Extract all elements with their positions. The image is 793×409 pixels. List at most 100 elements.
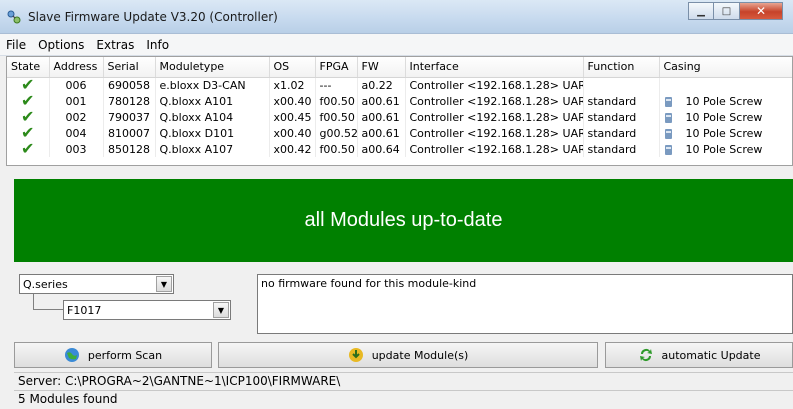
checkmark-icon: ✔ xyxy=(21,109,35,125)
column-header-fpga[interactable]: FPGA xyxy=(315,57,358,78)
cell-os: x1.02 xyxy=(269,77,316,93)
checkmark-icon: ✔ xyxy=(21,77,35,93)
column-header-interface[interactable]: Interface xyxy=(405,57,584,78)
minimize-icon: ▁ xyxy=(697,5,705,17)
cell-fpga: f00.50 xyxy=(315,93,358,109)
cell-moduletype: Q.bloxx A107 xyxy=(155,141,270,157)
update-icon xyxy=(348,348,363,362)
cell-address: 006 xyxy=(49,77,104,93)
cell-fpga: g00.52 xyxy=(315,125,358,141)
menu-info[interactable]: Info xyxy=(140,38,175,52)
column-header-state[interactable]: State xyxy=(7,57,50,78)
cell-casing xyxy=(659,77,792,93)
casing-icon xyxy=(664,96,672,107)
cell-casing: 10 Pole Screw xyxy=(659,125,792,141)
status-banner-text: all Modules up-to-date xyxy=(304,209,503,231)
cell-moduletype: Q.bloxx D101 xyxy=(155,125,270,141)
modules-found-status: 5 Modules found xyxy=(14,390,793,408)
automatic-update-button[interactable]: automatic Update xyxy=(605,342,793,368)
globe-icon xyxy=(64,348,79,362)
cell-os: x00.40 xyxy=(269,93,316,109)
table-row[interactable]: ✔ 004 810007 Q.bloxx D101 x00.40 g00.52 … xyxy=(7,125,792,141)
column-header-casing[interactable]: Casing xyxy=(659,57,792,78)
module-table[interactable]: State Address Serial Moduletype OS FPGA … xyxy=(6,56,793,166)
cell-address: 003 xyxy=(49,141,104,157)
firmware-select-value: F1017 xyxy=(67,304,102,317)
casing-label: 10 Pole Screw xyxy=(685,110,763,124)
server-path-status: Server: C:\PROGRA~2\GANTNE~1\ICP100\FIRM… xyxy=(14,372,793,390)
close-button[interactable]: ✕ xyxy=(740,2,783,20)
series-select-value: Q.series xyxy=(23,278,68,291)
cell-function: standard xyxy=(583,141,660,157)
cell-interface: Controller <192.168.1.28> UART1 xyxy=(405,93,584,109)
cell-os: x00.40 xyxy=(269,125,316,141)
app-icon xyxy=(7,10,21,24)
tree-connector xyxy=(33,294,34,309)
menu-file[interactable]: File xyxy=(0,38,32,52)
cell-interface: Controller <192.168.1.28> UART1 xyxy=(405,125,584,141)
table-header: State Address Serial Moduletype OS FPGA … xyxy=(7,57,792,78)
cell-os: x00.45 xyxy=(269,109,316,125)
casing-label: 10 Pole Screw xyxy=(685,126,763,140)
column-header-function[interactable]: Function xyxy=(583,57,660,78)
cell-function: standard xyxy=(583,109,660,125)
cell-fpga: f00.50 xyxy=(315,109,358,125)
casing-icon xyxy=(664,128,672,139)
cell-fw: a0.22 xyxy=(357,77,406,93)
cell-fw: a00.64 xyxy=(357,141,406,157)
cell-casing: 10 Pole Screw xyxy=(659,109,792,125)
cell-fw: a00.61 xyxy=(357,125,406,141)
cell-fpga: f00.50 xyxy=(315,141,358,157)
perform-scan-label: perform Scan xyxy=(87,348,163,362)
window-title: Slave Firmware Update V3.20 (Controller) xyxy=(28,10,278,24)
column-header-moduletype[interactable]: Moduletype xyxy=(155,57,270,78)
column-header-address[interactable]: Address xyxy=(49,57,104,78)
casing-icon xyxy=(664,112,672,123)
chevron-down-icon[interactable]: ▼ xyxy=(213,302,229,318)
checkmark-icon: ✔ xyxy=(21,93,35,109)
menu-options[interactable]: Options xyxy=(32,38,90,52)
table-row[interactable]: ✔ 002 790037 Q.bloxx A104 x00.45 f00.50 … xyxy=(7,109,792,125)
cell-interface: Controller <192.168.1.28> UART1 xyxy=(405,77,584,93)
tree-connector xyxy=(33,309,63,310)
casing-icon xyxy=(664,144,672,155)
column-header-fw[interactable]: FW xyxy=(357,57,406,78)
menu-bar: File Options Extras Info xyxy=(0,34,793,56)
minimize-button[interactable]: ▁ xyxy=(688,2,714,20)
cell-serial: 690058 xyxy=(103,77,156,93)
table-row[interactable]: ✔ 003 850128 Q.bloxx A107 x00.42 f00.50 … xyxy=(7,141,792,157)
table-row[interactable]: ✔ 001 780128 Q.bloxx A101 x00.40 f00.50 … xyxy=(7,93,792,109)
cell-os: x00.42 xyxy=(269,141,316,157)
maximize-button[interactable]: □ xyxy=(714,2,740,20)
casing-label: 10 Pole Screw xyxy=(685,94,763,108)
perform-scan-button[interactable]: perform Scan xyxy=(14,342,212,368)
update-modules-button[interactable]: update Module(s) xyxy=(218,342,598,368)
cell-casing: 10 Pole Screw xyxy=(659,93,792,109)
checkmark-icon: ✔ xyxy=(21,141,35,157)
chevron-down-icon[interactable]: ▼ xyxy=(156,276,172,292)
cell-serial: 850128 xyxy=(103,141,156,157)
maximize-icon: □ xyxy=(721,5,732,17)
series-select[interactable]: Q.series ▼ xyxy=(19,274,174,294)
cell-serial: 790037 xyxy=(103,109,156,125)
title-bar: Slave Firmware Update V3.20 (Controller)… xyxy=(0,0,793,34)
table-row[interactable]: ✔ 006 690058 e.bloxx D3-CAN x1.02 --- a0… xyxy=(7,77,792,93)
cell-moduletype: Q.bloxx A101 xyxy=(155,93,270,109)
checkmark-icon: ✔ xyxy=(21,125,35,141)
firmware-select[interactable]: F1017 ▼ xyxy=(63,300,231,320)
cell-casing: 10 Pole Screw xyxy=(659,141,792,157)
menu-extras[interactable]: Extras xyxy=(90,38,140,52)
refresh-icon xyxy=(639,349,652,361)
casing-label: 10 Pole Screw xyxy=(685,142,763,156)
column-header-os[interactable]: OS xyxy=(269,57,316,78)
cell-function: standard xyxy=(583,93,660,109)
close-icon: ✕ xyxy=(755,4,767,18)
cell-interface: Controller <192.168.1.28> UART1 xyxy=(405,141,584,157)
cell-function: standard xyxy=(583,125,660,141)
message-text: no firmware found for this module-kind xyxy=(261,277,477,290)
cell-fw: a00.61 xyxy=(357,93,406,109)
message-box[interactable]: no firmware found for this module-kind xyxy=(257,274,793,334)
cell-address: 004 xyxy=(49,125,104,141)
column-header-serial[interactable]: Serial xyxy=(103,57,156,78)
cell-function xyxy=(583,77,660,93)
